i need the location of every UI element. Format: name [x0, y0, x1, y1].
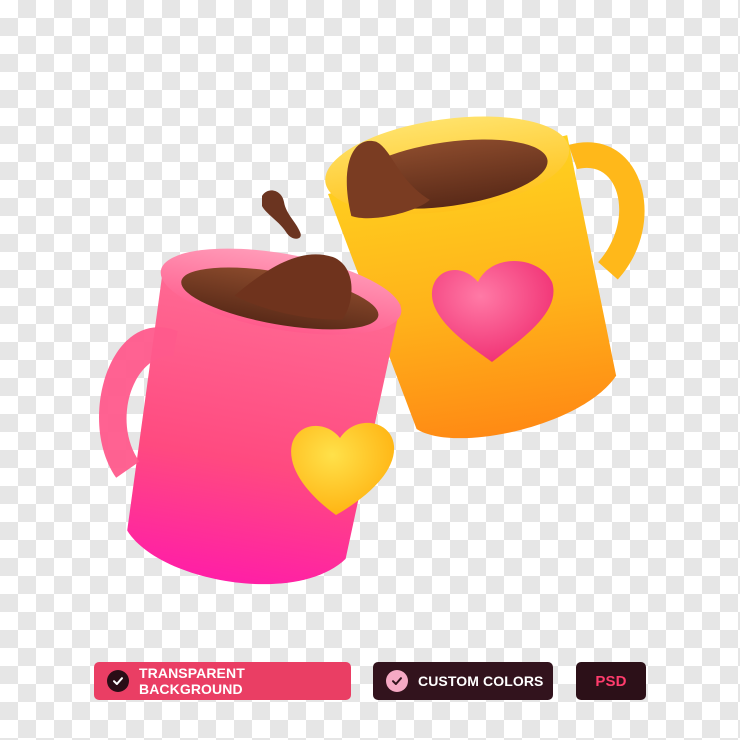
badge-label: PSD	[595, 672, 627, 690]
check-icon	[386, 670, 408, 692]
transparent-background-badge: TRANSPARENT BACKGROUND	[94, 662, 351, 700]
coffee-splash	[262, 190, 301, 239]
badge-label: TRANSPARENT BACKGROUND	[139, 665, 245, 697]
custom-colors-badge: CUSTOM COLORS	[373, 662, 553, 700]
pink-mug	[99, 248, 402, 585]
check-icon	[107, 670, 129, 692]
badge-label: CUSTOM COLORS	[418, 673, 544, 689]
psd-badge: PSD	[576, 662, 646, 700]
coffee-mugs-illustration	[99, 116, 645, 585]
